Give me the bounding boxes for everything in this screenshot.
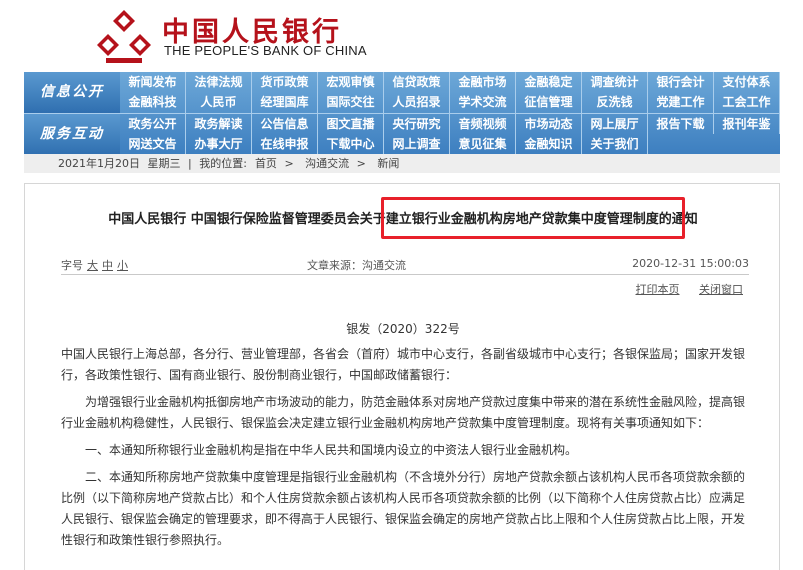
article-paragraph: 二、本通知所称房地产贷款集中度管理是指银行业金融机构（不含境外分行）房地产贷款余… bbox=[61, 470, 746, 547]
pboc-logo-icon[interactable] bbox=[96, 8, 152, 64]
nav-item[interactable]: 金融知识 bbox=[516, 134, 582, 155]
font-size-label: 字号 bbox=[61, 259, 83, 272]
nav-item[interactable]: 货币政策 bbox=[252, 72, 318, 92]
breadcrumb-level1-link[interactable]: 沟通交流 bbox=[305, 157, 349, 170]
nav-item[interactable]: 宏观审慎 bbox=[318, 72, 384, 92]
nav-item[interactable]: 央行研究 bbox=[384, 114, 450, 134]
nav-item[interactable]: 金融稳定 bbox=[516, 72, 582, 92]
nav-item[interactable]: 公告信息 bbox=[252, 114, 318, 134]
font-size-small-link[interactable]: 小 bbox=[117, 259, 128, 272]
current-weekday: 星期三 bbox=[147, 157, 181, 170]
nav-item[interactable]: 市场动态 bbox=[516, 114, 582, 134]
article-source: 文章来源：沟通交流 bbox=[307, 259, 406, 272]
nav-item[interactable]: 意见征集 bbox=[450, 134, 516, 155]
nav-item[interactable]: 支付体系 bbox=[714, 72, 780, 92]
nav-item[interactable]: 征信管理 bbox=[516, 92, 582, 113]
print-page-link[interactable]: 打印本页 bbox=[636, 283, 680, 296]
separator: > bbox=[356, 157, 366, 170]
nav-item[interactable]: 在线申报 bbox=[252, 134, 318, 155]
nav-group-info-items: 新闻发布 法律法规 货币政策 宏观审慎 信贷政策 金融市场 金融稳定 调查统计 银行会计 支付体系… bbox=[120, 72, 780, 113]
nav-group-label-info: 信息公开 bbox=[24, 72, 120, 113]
article-paragraph: 为增强银行业金融机构抵御房地产市场波动的能力，防范金融体系对房地产贷款过度集中带… bbox=[61, 395, 746, 430]
current-date: 2021年1月20日 bbox=[58, 157, 140, 170]
nav-item[interactable]: 信贷政策 bbox=[384, 72, 450, 92]
nav-item[interactable]: 政务公开 bbox=[120, 114, 186, 134]
article-datetime: 2020-12-31 15:00:03 bbox=[632, 257, 749, 270]
nav-group-service-items: 政务公开 政务解读 公告信息 图文直播 央行研究 音频视频 市场动态 网上展厅 报告下载 报刊年鉴… bbox=[120, 114, 780, 155]
separator: > bbox=[284, 157, 294, 170]
close-window-link[interactable]: 关闭窗口 bbox=[699, 283, 743, 296]
article-paragraph: 中国人民银行上海总部，各分行、营业管理部，各省会（首府）城市中心支行，各副省级城… bbox=[61, 347, 746, 382]
nav-item[interactable]: 报刊年鉴 bbox=[714, 114, 780, 134]
article-body: 中国人民银行上海总部，各分行、营业管理部，各省会（首府）城市中心支行，各副省级城… bbox=[61, 344, 749, 557]
font-size-controls: 字号大中小 bbox=[61, 257, 128, 273]
nav-item[interactable]: 金融市场 bbox=[450, 72, 516, 92]
nav-item[interactable]: 人员招录 bbox=[384, 92, 450, 113]
article-panel: 中国人民银行 中国银行保险监督管理委员会关于建立银行业金融机构房地产贷款集中度管… bbox=[24, 183, 780, 570]
nav-item[interactable]: 法律法规 bbox=[186, 72, 252, 92]
nav-item[interactable]: 网上展厅 bbox=[582, 114, 648, 134]
nav-item[interactable]: 音频视频 bbox=[450, 114, 516, 134]
font-size-large-link[interactable]: 大 bbox=[87, 259, 98, 272]
nav-group-service: 服务互动 政务公开 政务解读 公告信息 图文直播 央行研究 音频视频 市场动态 网上展厅 报告下… bbox=[24, 113, 780, 155]
nav-item[interactable]: 办事大厅 bbox=[186, 134, 252, 155]
nav-item[interactable]: 政务解读 bbox=[186, 114, 252, 134]
nav-item[interactable]: 调查统计 bbox=[582, 72, 648, 92]
nav-item[interactable]: 新闻发布 bbox=[120, 72, 186, 92]
document-number: 银发（2020）322号 bbox=[346, 322, 460, 336]
nav-group-info: 信息公开 新闻发布 法律法规 货币政策 宏观审慎 信贷政策 金融市场 金融稳定 调查统计 银行会… bbox=[24, 72, 780, 113]
article-meta: 字号大中小 文章来源：沟通交流 2020-12-31 15:00:03 bbox=[61, 257, 749, 273]
nav-item[interactable]: 下载中心 bbox=[318, 134, 384, 155]
nav-item[interactable]: 网上调查 bbox=[384, 134, 450, 155]
breadcrumb: 2021年1月20日 星期三 | 我的位置: 首页 > 沟通交流 > 新闻 bbox=[24, 154, 780, 173]
site-header: 中国人民银行 THE PEOPLE'S BANK OF CHINA bbox=[0, 0, 803, 72]
breadcrumb-level2-link[interactable]: 新闻 bbox=[377, 157, 399, 170]
font-size-medium-link[interactable]: 中 bbox=[102, 259, 113, 272]
nav-item[interactable]: 经理国库 bbox=[252, 92, 318, 113]
nav-item[interactable]: 网送文告 bbox=[120, 134, 186, 155]
nav-item[interactable]: 党建工作 bbox=[648, 92, 714, 113]
location-label: 我的位置: bbox=[199, 157, 247, 170]
nav-item[interactable]: 图文直播 bbox=[318, 114, 384, 134]
nav-item[interactable]: 金融科技 bbox=[120, 92, 186, 113]
nav-item[interactable]: 学术交流 bbox=[450, 92, 516, 113]
nav-item[interactable]: 工会工作 bbox=[714, 92, 780, 113]
nav-item[interactable]: 关于我们 bbox=[582, 134, 648, 155]
nav-item[interactable]: 银行会计 bbox=[648, 72, 714, 92]
nav-item[interactable]: 反洗钱 bbox=[582, 92, 648, 113]
main-navigation: 信息公开 新闻发布 法律法规 货币政策 宏观审慎 信贷政策 金融市场 金融稳定 调查统计 银行会… bbox=[24, 72, 780, 155]
article-tools: 打印本页 关闭窗口 bbox=[620, 281, 744, 297]
nav-item[interactable]: 报告下载 bbox=[648, 114, 714, 134]
separator: | bbox=[188, 157, 192, 170]
nav-item[interactable]: 国际交往 bbox=[318, 92, 384, 113]
breadcrumb-home-link[interactable]: 首页 bbox=[255, 157, 277, 170]
logo-english-name: THE PEOPLE'S BANK OF CHINA bbox=[164, 43, 367, 58]
nav-group-label-service: 服务互动 bbox=[24, 114, 120, 155]
highlight-annotation bbox=[381, 197, 685, 239]
article-paragraph: 一、本通知所称银行业金融机构是指在中华人民共和国境内设立的中资法人银行业金融机构… bbox=[85, 443, 578, 457]
nav-item[interactable]: 人民币 bbox=[186, 92, 252, 113]
divider bbox=[61, 274, 749, 275]
